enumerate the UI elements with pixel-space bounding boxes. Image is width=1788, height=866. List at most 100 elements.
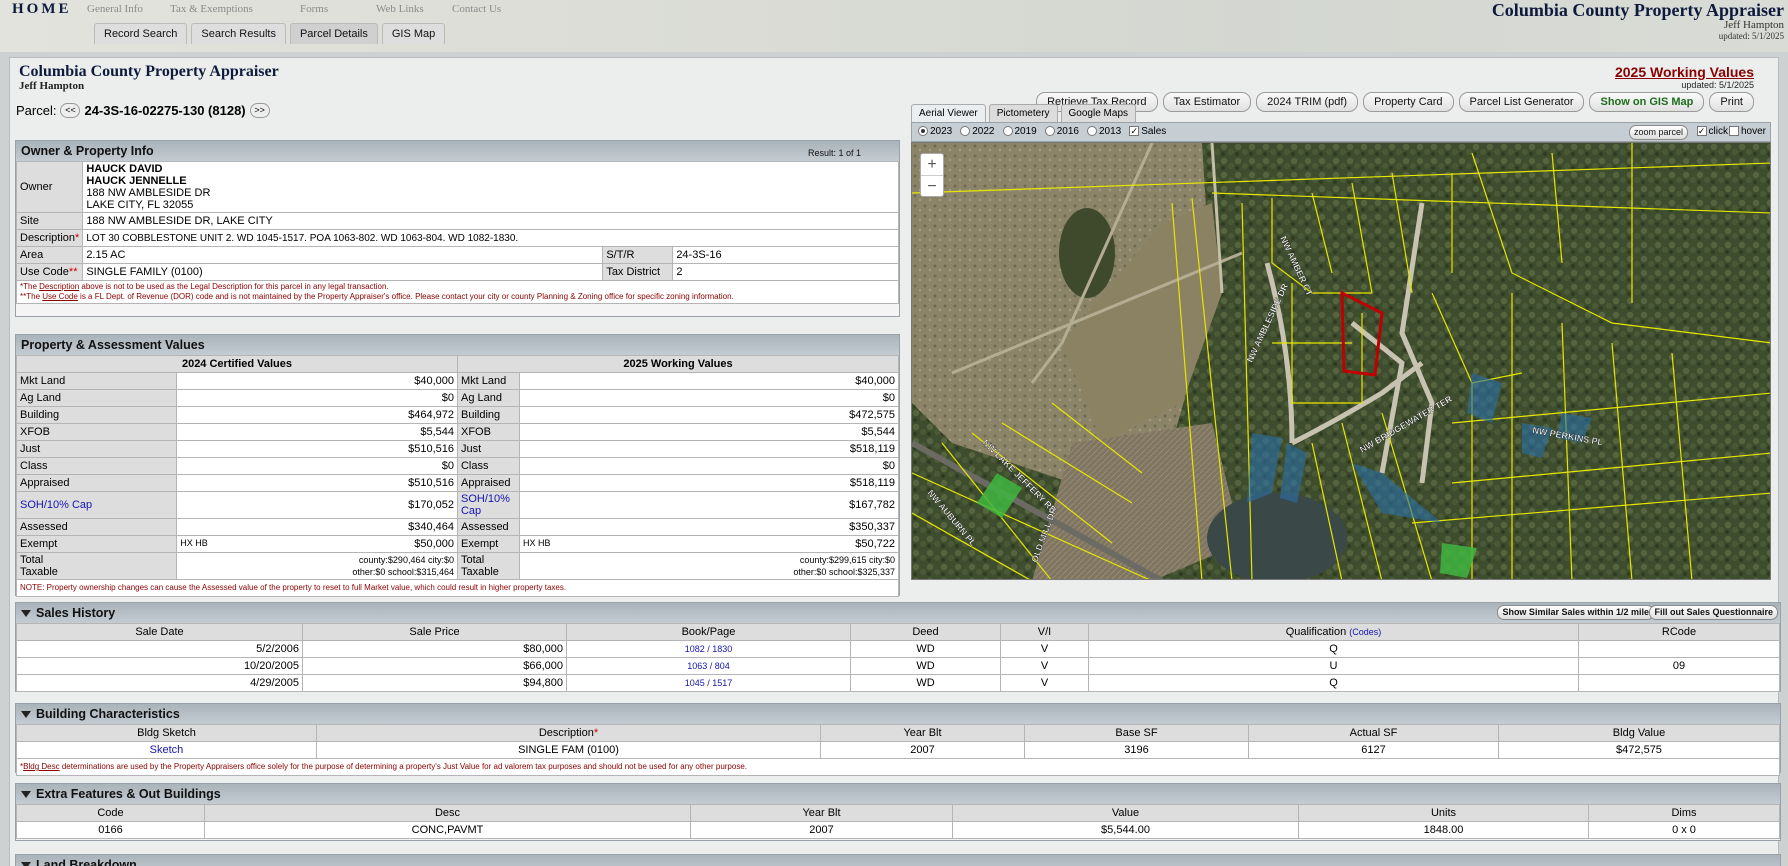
xf-dims: 0 x 0 xyxy=(1588,821,1780,839)
year-2022-radio[interactable]: 2022 xyxy=(960,126,995,137)
nav-forms[interactable]: Forms xyxy=(300,3,328,15)
nav-general-info[interactable]: General Info xyxy=(87,3,143,15)
value-label-1: XFOB xyxy=(15,423,178,441)
vi-header: V/I xyxy=(1000,623,1089,641)
year-2013-radio[interactable]: 2013 xyxy=(1087,126,1121,137)
collapse-icon xyxy=(21,711,31,719)
exempt-label-2: Exempt xyxy=(456,535,520,553)
value-label-2[interactable]: SOH/10% Cap xyxy=(456,491,520,519)
taxable-value-2: county:$299,615 city:$0 other:$0 school:$… xyxy=(518,552,900,580)
rcode-header: RCode xyxy=(1578,623,1780,641)
str-label: S/T/R xyxy=(602,246,674,264)
description-note-link[interactable]: Description xyxy=(39,282,79,291)
trim-pdf-button[interactable]: 2024 TRIM (pdf) xyxy=(1256,92,1359,112)
taxable-value-1: county:$290,464 city:$0 other:$0 school:$… xyxy=(176,552,458,580)
table-row: Sketch SINGLE FAM (0100) 2007 3196 6127 … xyxy=(16,741,1780,759)
sketch-link[interactable]: Sketch xyxy=(16,741,317,759)
click-checkbox[interactable]: ✓ click xyxy=(1696,126,1728,137)
next-parcel-button[interactable]: >> xyxy=(249,103,270,118)
tab-aerial-viewer[interactable]: Aerial Viewer xyxy=(911,104,986,122)
bldg-sketch-header: Bldg Sketch xyxy=(16,724,317,742)
building-panel: Building Characteristics Bldg Sketch Des… xyxy=(15,703,1781,776)
book-page-link[interactable]: 1045 / 1517 xyxy=(566,674,851,692)
building-header[interactable]: Building Characteristics xyxy=(16,704,1780,724)
xf-value-header: Value xyxy=(952,804,1299,822)
zoom-parcel-button[interactable]: zoom parcel xyxy=(1628,125,1688,140)
prev-parcel-button[interactable]: << xyxy=(60,103,81,118)
result-count: Result: 1 of 1 xyxy=(807,148,861,158)
book-page-link[interactable]: 1082 / 1830 xyxy=(566,640,851,658)
tab-search-results[interactable]: Search Results xyxy=(191,23,286,44)
owner-name-1: HAUCK DAVID xyxy=(86,163,163,175)
site-value: 188 NW AMBLESIDE DR, LAKE CITY xyxy=(82,212,899,230)
nav-tax-exemptions[interactable]: Tax & Exemptions xyxy=(170,3,253,15)
certified-value: $510,516 xyxy=(176,474,458,492)
value-label-1[interactable]: SOH/10% Cap xyxy=(15,491,178,519)
tab-pictometery[interactable]: Pictometery xyxy=(988,104,1058,122)
year-2019-radio[interactable]: 2019 xyxy=(1002,126,1037,137)
book-page-link[interactable]: 1063 / 804 xyxy=(566,657,851,675)
hover-checkbox[interactable]: hover xyxy=(1728,126,1766,137)
taxable-label-2: Total Taxable xyxy=(456,552,520,580)
nav-contact-us[interactable]: Contact Us xyxy=(452,3,501,15)
owner-name-2: HAUCK JENNELLE xyxy=(86,175,187,187)
sales-history-panel: Sales History Show Similar Sales within … xyxy=(15,602,1781,692)
area-label: Area xyxy=(15,246,84,264)
area-value: 2.15 AC xyxy=(82,246,604,264)
nav-web-links[interactable]: Web Links xyxy=(376,3,424,15)
use-code-value: SINGLE FAMILY (0100) xyxy=(82,263,604,281)
land-breakdown-panel: Land Breakdown xyxy=(15,854,1781,866)
rcode: 09 xyxy=(1578,657,1780,675)
working-value: $350,337 xyxy=(518,518,900,536)
year-2016-radio[interactable]: 2016 xyxy=(1044,126,1079,137)
description-label: Description* xyxy=(15,229,84,247)
xf-units: 1848.00 xyxy=(1298,821,1589,839)
certified-value: $5,544 xyxy=(176,423,458,441)
parcel-nav: Parcel: << 24-3S-16-02275-130 (8128) >> xyxy=(16,103,270,118)
table-row: Mkt Land $40,000 Mkt Land $40,000 xyxy=(15,372,900,390)
aerial-map[interactable]: NW AMBER CT NW AMBLESIDE DR NW BRIDGEWAT… xyxy=(911,142,1771,580)
codes-link[interactable]: (Codes) xyxy=(1349,627,1381,637)
use-code-note-link[interactable]: Use Code xyxy=(42,292,78,301)
show-on-gis-map-button[interactable]: Show on GIS Map xyxy=(1589,92,1705,112)
vi: V xyxy=(1000,657,1089,675)
working-values-link[interactable]: 2025 Working Values xyxy=(1615,64,1754,80)
bldg-desc: SINGLE FAM (0100) xyxy=(316,741,821,759)
tab-record-search[interactable]: Record Search xyxy=(94,23,188,44)
collapse-icon xyxy=(21,791,31,799)
table-row: Appraised $510,516 Appraised $518,119 xyxy=(15,474,900,492)
sales-history-header[interactable]: Sales History Show Similar Sales within … xyxy=(16,603,1780,623)
bldg-desc-note-link[interactable]: Bldg Desc xyxy=(23,762,59,771)
zoom-out-button[interactable]: − xyxy=(921,175,943,197)
parcel-list-generator-button[interactable]: Parcel List Generator xyxy=(1458,92,1585,112)
tab-parcel-details[interactable]: Parcel Details xyxy=(289,23,378,44)
tab-gis-map[interactable]: GIS Map xyxy=(381,23,446,44)
taxable-label-1: Total Taxable xyxy=(15,552,178,580)
year-2023-radio[interactable]: 2023 xyxy=(918,126,952,137)
tax-estimator-button[interactable]: Tax Estimator xyxy=(1162,92,1252,112)
land-breakdown-header[interactable]: Land Breakdown xyxy=(16,855,1780,866)
value-label-2: Assessed xyxy=(456,518,520,536)
working-values-header: 2025 Working Values xyxy=(456,355,900,373)
property-card-button[interactable]: Property Card xyxy=(1363,92,1454,112)
building-note: *Bldg Desc determinations are used by th… xyxy=(16,758,1780,776)
vi: V xyxy=(1000,640,1089,658)
viewer-tabs: Aerial Viewer Pictometery Google Maps xyxy=(911,104,1137,122)
table-row: Ag Land $0 Ag Land $0 xyxy=(15,389,900,407)
tax-district-value: 2 xyxy=(672,263,899,281)
brand-updated: updated: 5/1/2025 xyxy=(1718,31,1784,41)
home-link[interactable]: HOME xyxy=(12,1,72,18)
similar-sales-button[interactable]: Show Similar Sales within 1/2 mile xyxy=(1497,605,1654,620)
sales-questionnaire-button[interactable]: Fill out Sales Questionnaire xyxy=(1649,605,1778,620)
zoom-in-button[interactable]: + xyxy=(921,154,943,175)
print-button[interactable]: Print xyxy=(1709,92,1754,112)
working-values: 2025 Working Values updated: 5/1/2025 xyxy=(1615,64,1754,90)
certified-value: $340,464 xyxy=(176,518,458,536)
tab-google-maps[interactable]: Google Maps xyxy=(1060,104,1137,122)
extra-features-header[interactable]: Extra Features & Out Buildings xyxy=(16,784,1780,804)
sales-checkbox[interactable]: ✓ Sales xyxy=(1129,126,1166,137)
sale-date: 4/29/2005 xyxy=(16,674,303,692)
table-row: 4/29/2005 $94,800 1045 / 1517 WD V Q xyxy=(16,674,1780,692)
xf-code: 0166 xyxy=(16,821,205,839)
table-row: Building $464,972 Building $472,575 xyxy=(15,406,900,424)
